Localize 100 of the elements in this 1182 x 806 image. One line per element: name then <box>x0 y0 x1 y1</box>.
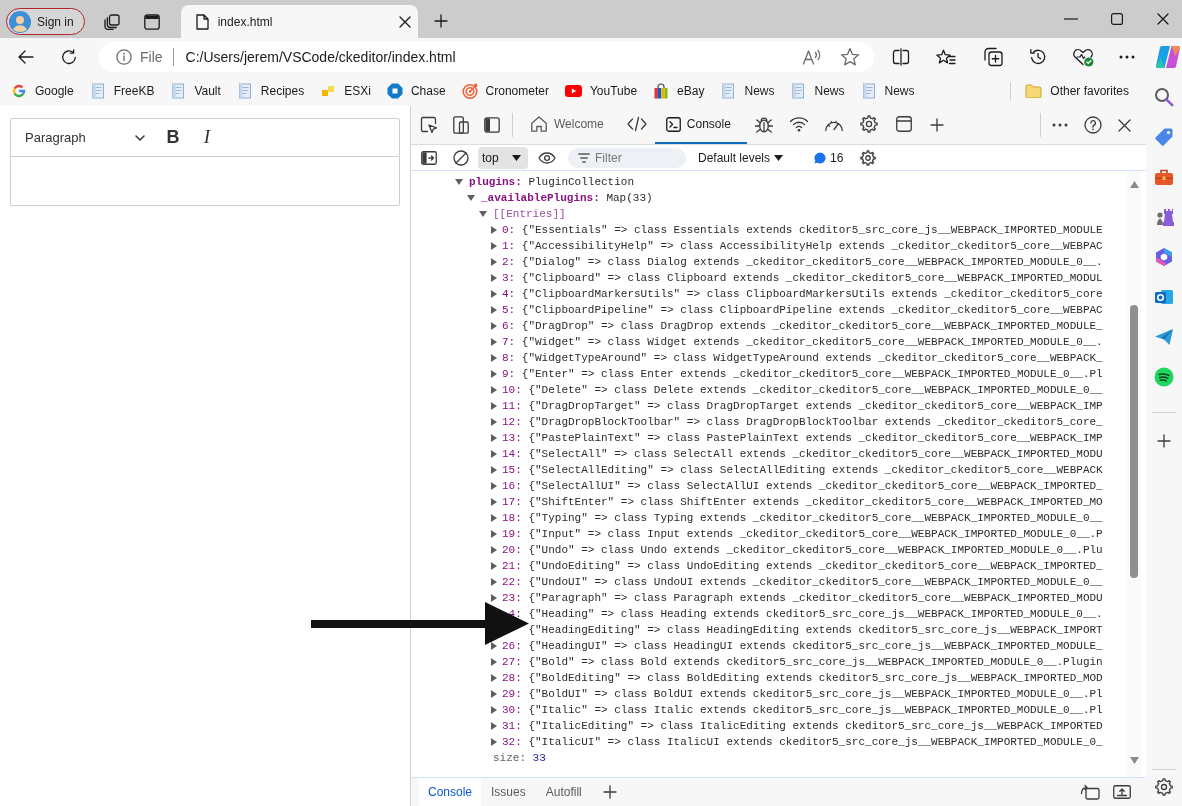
scrollbar-thumb[interactable] <box>1130 305 1138 578</box>
triangle-down-icon[interactable] <box>455 179 463 185</box>
triangle-right-icon[interactable] <box>491 722 497 730</box>
triangle-right-icon[interactable] <box>491 290 497 298</box>
triangle-right-icon[interactable] <box>491 338 497 346</box>
italic-button[interactable]: I <box>192 122 222 153</box>
scroll-down-icon[interactable] <box>1129 757 1139 764</box>
close-icon[interactable] <box>1157 13 1169 25</box>
triangle-right-icon[interactable] <box>491 658 497 666</box>
bold-button[interactable]: B <box>158 122 188 153</box>
hexagon-logo-icon[interactable] <box>1154 247 1174 267</box>
triangle-right-icon[interactable] <box>491 242 497 250</box>
filter-field[interactable]: Filter <box>568 147 686 168</box>
plus-icon[interactable] <box>1157 434 1171 448</box>
star-list-icon[interactable] <box>936 48 956 66</box>
stacked-squares-icon[interactable] <box>103 14 120 30</box>
log-levels-dropdown[interactable]: Default levels <box>698 148 784 167</box>
triangle-right-icon[interactable] <box>491 386 497 394</box>
settings-icon[interactable] <box>1155 778 1173 796</box>
history-icon[interactable] <box>1029 48 1047 66</box>
favorite-link[interactable]: FreeKB <box>81 79 163 103</box>
triangle-right-icon[interactable] <box>491 434 497 442</box>
back-icon[interactable] <box>18 50 34 64</box>
paper-plane-icon[interactable] <box>1154 327 1174 347</box>
phone-tablet-icon[interactable] <box>453 116 469 134</box>
triangle-right-icon[interactable] <box>491 594 497 602</box>
block-format-dropdown[interactable]: Paragraph <box>17 122 153 153</box>
favorite-link[interactable]: News <box>852 79 923 103</box>
caret-down-icon[interactable] <box>774 154 784 161</box>
ring-tile-logo-icon[interactable] <box>1154 287 1174 307</box>
more-icon[interactable] <box>1119 55 1135 59</box>
info-icon[interactable] <box>116 49 132 65</box>
search-icon[interactable] <box>1154 87 1174 107</box>
triangle-right-icon[interactable] <box>491 690 497 698</box>
reload-icon[interactable] <box>61 49 77 65</box>
gradient-logo-icon[interactable] <box>1155 44 1181 70</box>
triangle-right-icon[interactable] <box>491 418 497 426</box>
star-icon[interactable] <box>840 47 860 67</box>
triangle-right-icon[interactable] <box>491 274 497 282</box>
favorite-link[interactable]: Cronometer <box>453 79 557 103</box>
sign-in-button[interactable]: Sign in <box>6 8 85 35</box>
plus-icon[interactable] <box>433 14 448 28</box>
triangle-right-icon[interactable] <box>491 306 497 314</box>
address-bar[interactable]: File C:/Users/jerem/VSCode/ckeditor/index.html <box>99 42 874 72</box>
plus-icon[interactable] <box>929 118 944 132</box>
clear-icon[interactable] <box>453 149 469 166</box>
close-icon[interactable] <box>1118 118 1131 132</box>
drawer-tab[interactable]: Issues <box>481 778 536 806</box>
favorite-link[interactable]: Google <box>3 79 82 103</box>
help-icon[interactable] <box>1084 116 1102 134</box>
close-icon[interactable] <box>398 15 411 28</box>
split-screen-icon[interactable] <box>892 48 910 66</box>
window-arrow-icon[interactable] <box>1080 784 1100 800</box>
browser-tab[interactable]: index.html <box>180 5 418 38</box>
sidebar-panel-icon[interactable] <box>484 117 500 133</box>
triangle-down-icon[interactable] <box>467 195 475 201</box>
heart-check-icon[interactable] <box>1072 47 1094 67</box>
a-with-waves-icon[interactable] <box>802 48 822 66</box>
eye-icon[interactable] <box>538 151 556 164</box>
triangle-right-icon[interactable] <box>491 562 497 570</box>
tag-icon[interactable] <box>1154 127 1174 147</box>
toolbox-icon[interactable] <box>1154 167 1174 187</box>
other-favorites-button[interactable]: Other favorites <box>1017 79 1137 103</box>
favorite-link[interactable]: ESXi <box>312 79 379 103</box>
triangle-right-icon[interactable] <box>491 402 497 410</box>
triangle-right-icon[interactable] <box>491 370 497 378</box>
drawer-tab[interactable]: Console <box>419 778 482 806</box>
triangle-right-icon[interactable] <box>491 706 497 714</box>
triangle-right-icon[interactable] <box>491 354 497 362</box>
favorite-link[interactable]: Chase <box>378 79 454 103</box>
favorite-link[interactable]: eBay <box>645 79 713 103</box>
chess-pieces-icon[interactable] <box>1154 207 1174 227</box>
url-text[interactable]: C:/Users/jerem/VSCode/ckeditor/index.html <box>185 46 456 68</box>
triangle-right-icon[interactable] <box>491 466 497 474</box>
context-dropdown[interactable]: top <box>478 146 528 169</box>
more-icon[interactable] <box>1052 123 1068 127</box>
triangle-right-icon[interactable] <box>491 482 497 490</box>
maximize-icon[interactable] <box>1111 13 1123 25</box>
triangle-down-icon[interactable] <box>479 211 487 217</box>
cursor-in-box-icon[interactable] <box>420 116 438 134</box>
favorite-link[interactable]: YouTube <box>556 79 646 103</box>
window-icon[interactable] <box>143 14 160 30</box>
triangle-right-icon[interactable] <box>491 226 497 234</box>
plus-icon[interactable] <box>602 785 617 799</box>
triangle-right-icon[interactable] <box>491 258 497 266</box>
panel-up-arrow-icon[interactable] <box>1113 785 1131 799</box>
triangle-right-icon[interactable] <box>491 578 497 586</box>
triangle-right-icon[interactable] <box>491 322 497 330</box>
favorite-link[interactable]: Recipes <box>228 79 313 103</box>
circle-arcs-icon[interactable] <box>1154 367 1174 387</box>
site-info-label[interactable]: File <box>140 46 163 68</box>
triangle-right-icon[interactable] <box>491 642 497 650</box>
triangle-right-icon[interactable] <box>491 514 497 522</box>
triangle-right-icon[interactable] <box>491 498 497 506</box>
triangle-right-icon[interactable] <box>491 530 497 538</box>
squares-plus-icon[interactable] <box>983 47 1003 67</box>
caret-down-icon[interactable] <box>512 154 521 161</box>
scroll-up-icon[interactable] <box>1129 181 1139 188</box>
favorite-link[interactable]: News <box>782 79 853 103</box>
drawer-tab[interactable]: Autofill <box>535 778 592 806</box>
